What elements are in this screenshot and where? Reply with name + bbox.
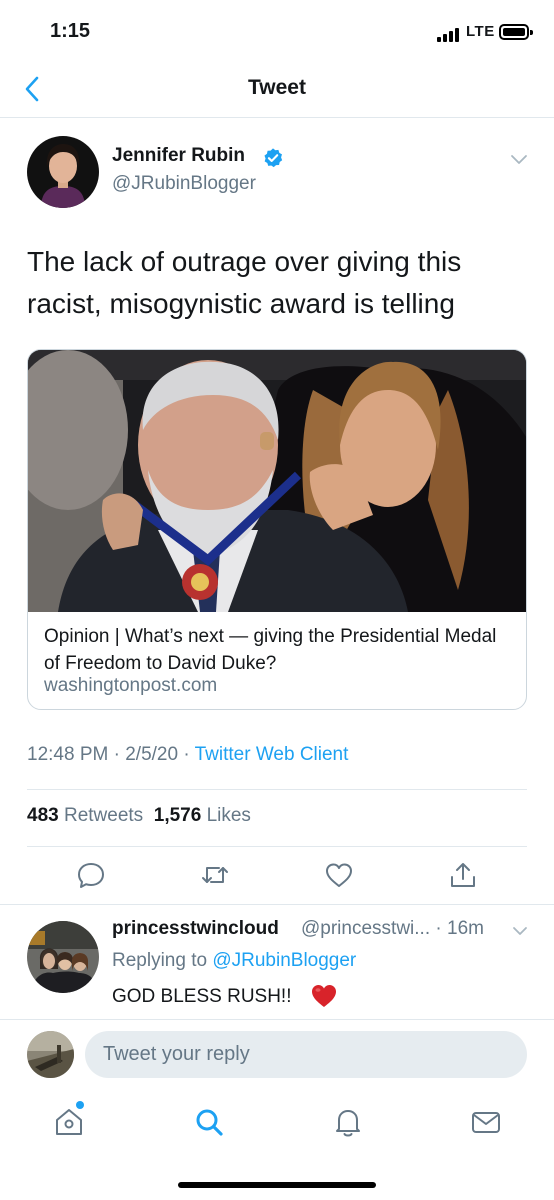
chevron-down-icon[interactable] — [508, 148, 530, 170]
divider — [27, 846, 527, 847]
reply-text: GOD BLESS RUSH!! — [112, 986, 292, 1007]
replying-prefix: Replying to — [112, 950, 208, 971]
tweet-stats: 483 Retweets 1,576 Likes — [27, 805, 251, 827]
tweet-meta: 12:48 PM · 2/5/20 · Twitter Web Client — [27, 744, 349, 765]
search-icon[interactable] — [192, 1105, 226, 1139]
replying-to-mention[interactable]: @JRubinBlogger — [212, 950, 356, 971]
section-divider — [0, 1019, 554, 1020]
messages-icon[interactable] — [469, 1105, 503, 1139]
nav-header: Tweet — [0, 60, 554, 118]
home-icon[interactable] — [52, 1105, 86, 1139]
compose-avatar[interactable] — [27, 1031, 74, 1078]
notifications-icon[interactable] — [331, 1105, 365, 1139]
card-image — [28, 350, 526, 612]
likes-label: Likes — [206, 805, 251, 826]
reply-author-handle: @princesstwi... · 16m — [301, 918, 484, 939]
tweet-text: The lack of outrage over giving this rac… — [27, 246, 462, 319]
reply-age: 16m — [447, 918, 484, 939]
verified-badge-icon — [264, 148, 283, 168]
tweet-client-link[interactable]: Twitter Web Client — [195, 744, 349, 765]
reply-avatar[interactable] — [27, 921, 99, 993]
red-heart-icon — [312, 985, 336, 1007]
author-handle[interactable]: @JRubinBlogger — [112, 173, 256, 195]
tweet-date: 2/5/20 — [125, 744, 179, 765]
card-domain: washingtonpost.com — [44, 675, 218, 696]
reply-author-name[interactable]: princesstwincloud — [112, 918, 279, 940]
signal-icon — [437, 26, 463, 42]
status-time: 1:15 — [50, 20, 91, 42]
chevron-down-icon[interactable] — [510, 921, 530, 941]
reply-handle[interactable]: @princesstwi... — [301, 918, 430, 939]
reply-icon[interactable] — [76, 860, 106, 890]
page-title: Tweet — [248, 76, 306, 99]
replying-to: Replying to @JRubinBlogger — [112, 950, 356, 972]
author-name[interactable]: Jennifer Rubin — [112, 145, 245, 167]
retweets-count: 483 — [27, 805, 59, 826]
retweets-label: Retweets — [63, 805, 144, 826]
status-bar: 1:15 LTE — [0, 0, 554, 60]
share-icon[interactable] — [448, 860, 478, 890]
retweet-icon[interactable] — [200, 860, 230, 890]
divider — [27, 789, 527, 790]
home-indicator — [178, 1182, 376, 1188]
section-divider — [0, 904, 554, 905]
tweet-time: 12:48 PM — [27, 744, 109, 765]
card-title: Opinion | What’s next — giving the Presi… — [44, 626, 497, 674]
network-label: LTE — [466, 23, 495, 40]
likes-stat[interactable]: 1,576 Likes — [154, 805, 251, 826]
reply-input[interactable] — [85, 1031, 527, 1078]
author-avatar[interactable] — [27, 136, 99, 208]
battery-icon — [499, 24, 533, 40]
likes-count: 1,576 — [153, 805, 202, 826]
like-icon[interactable] — [324, 860, 354, 890]
retweets-stat[interactable]: 483 Retweets — [27, 805, 143, 826]
link-card[interactable]: Opinion | What’s next — giving the Presi… — [27, 349, 527, 710]
